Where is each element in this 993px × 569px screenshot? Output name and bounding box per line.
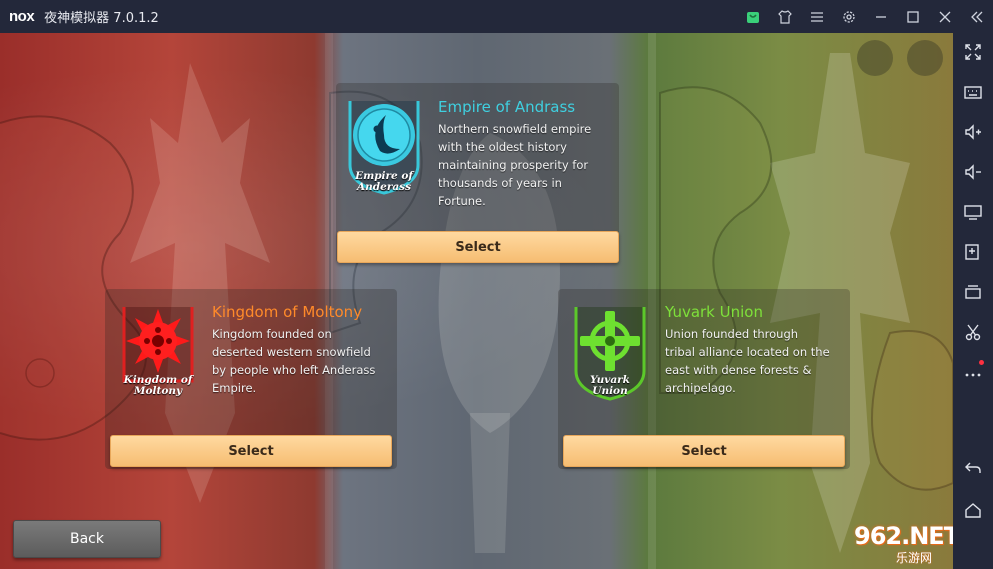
faction-description-moltony: Kingdom founded on deserted western snow… <box>212 325 394 397</box>
multi-instance-icon[interactable] <box>953 275 993 309</box>
description-line: by people who left Anderass <box>212 363 376 377</box>
emblem-label-line: Anderass <box>357 181 411 193</box>
app-store-icon[interactable] <box>737 0 769 33</box>
settings-icon[interactable] <box>833 0 865 33</box>
description-line: deserted western snowfield <box>212 345 371 359</box>
more-icon[interactable] <box>953 355 993 389</box>
description-line: Fortune. <box>438 194 486 208</box>
install-apk-icon[interactable] <box>953 235 993 269</box>
screenshot-icon[interactable] <box>953 315 993 349</box>
faction-description-andrass: Northern snowfield empire with the oldes… <box>438 120 618 210</box>
close-icon[interactable] <box>929 0 961 33</box>
collapse-sidebar-icon[interactable] <box>961 0 993 33</box>
emblem-label-line: Moltony <box>133 385 183 397</box>
select-andrass-button[interactable]: Select <box>337 231 619 263</box>
home-icon[interactable] <box>953 493 993 527</box>
description-line: east with dense forests & <box>665 363 812 377</box>
back-icon[interactable] <box>953 451 993 485</box>
faction-select-screen: Empire of Anderass Empire of Andrass Nor… <box>0 33 953 569</box>
description-line: with the oldest history <box>438 140 567 154</box>
faction-description-yuvark: Union founded through tribal alliance lo… <box>665 325 847 397</box>
description-line: tribal alliance located on the <box>665 345 830 359</box>
description-line: Empire. <box>212 381 257 395</box>
notification-dot <box>979 360 984 365</box>
titlebar-controls <box>737 0 993 33</box>
emblem-label-andrass: Empire of Anderass <box>346 171 422 193</box>
keyboard-icon[interactable] <box>953 75 993 109</box>
description-line: Northern snowfield empire <box>438 122 592 136</box>
maximize-icon[interactable] <box>897 0 929 33</box>
description-line: thousands of years in <box>438 176 562 190</box>
faction-name-moltony: Kingdom of Moltony <box>212 303 363 321</box>
volume-down-icon[interactable] <box>953 155 993 189</box>
faction-name-andrass: Empire of Andrass <box>438 98 576 116</box>
description-line: maintaining prosperity for <box>438 158 589 172</box>
nox-logo: nox <box>9 8 35 25</box>
watermark-main: 962.NET <box>854 522 953 550</box>
site-watermark: 962.NET 乐游网 <box>852 520 953 569</box>
faction-name-yuvark: Yuvark Union <box>665 303 763 321</box>
emulator-sidebar <box>953 33 993 569</box>
back-button[interactable]: Back <box>13 520 161 558</box>
description-line: archipelago. <box>665 381 736 395</box>
emblem-label-moltony: Kingdom of Moltony <box>120 375 196 397</box>
menu-icon[interactable] <box>801 0 833 33</box>
emulator-titlebar: nox 夜神模拟器 7.0.1.2 <box>0 0 993 33</box>
screen-icon[interactable] <box>953 195 993 229</box>
emblem-label-line: Union <box>592 385 628 397</box>
description-line: Kingdom founded on <box>212 327 332 341</box>
description-line: Union founded through <box>665 327 799 341</box>
window-title: 夜神模拟器 7.0.1.2 <box>44 11 159 26</box>
minimize-icon[interactable] <box>865 0 897 33</box>
watermark-sub: 乐游网 <box>896 551 933 565</box>
fullscreen-icon[interactable] <box>953 35 993 69</box>
select-moltony-button[interactable]: Select <box>110 435 392 467</box>
select-yuvark-button[interactable]: Select <box>563 435 845 467</box>
volume-up-icon[interactable] <box>953 115 993 149</box>
skin-icon[interactable] <box>769 0 801 33</box>
emblem-label-yuvark: Yuvark Union <box>572 375 648 397</box>
